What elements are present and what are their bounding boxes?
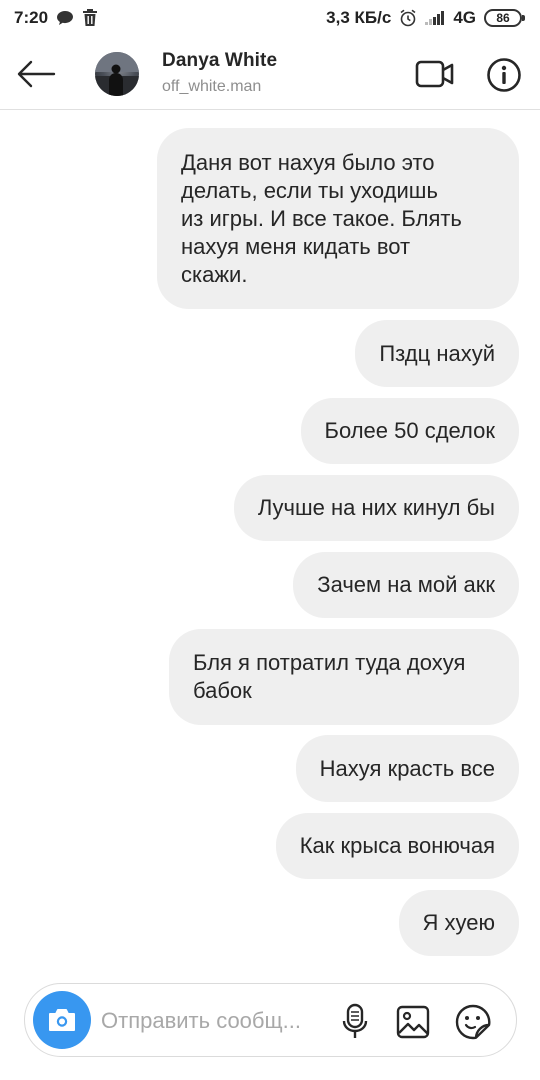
chat-header: Danya White off_white.man <box>0 36 540 110</box>
info-button[interactable] <box>484 56 524 94</box>
message-composer <box>24 983 517 1057</box>
message-bubble[interactable]: Пздц нахуй <box>355 320 519 387</box>
back-arrow-icon <box>17 60 56 88</box>
back-button[interactable] <box>14 54 58 94</box>
message-bubble[interactable]: Зачем на мой акк <box>293 552 519 618</box>
camera-icon <box>49 1009 75 1031</box>
message-input[interactable] <box>101 1002 337 1040</box>
message-thread: Даня вот нахуя было это делать, если ты … <box>0 110 540 970</box>
gallery-button[interactable] <box>393 1002 433 1042</box>
microphone-icon <box>342 1003 368 1038</box>
gallery-icon <box>396 1005 430 1039</box>
network-speed: 3,3 КБ/с <box>326 8 392 27</box>
status-bar: 7:20 3,3 КБ/с 4G 86 <box>0 0 540 36</box>
message-bubble[interactable]: Лучше на них кинул бы <box>233 475 519 541</box>
sticker-button[interactable] <box>453 1002 493 1042</box>
battery-indicator: 86 <box>484 9 525 27</box>
signal-icon <box>425 11 445 25</box>
message-bubble[interactable]: Как крыса вонючая <box>275 813 519 879</box>
message-notification-icon <box>56 10 74 26</box>
video-call-button[interactable] <box>414 56 456 92</box>
video-call-icon <box>415 60 454 88</box>
message-bubble[interactable]: Бля я потратил туда дохуя бабок <box>169 629 519 725</box>
info-icon <box>487 58 521 92</box>
message-bubble[interactable]: Даня вот нахуя было это делать, если ты … <box>157 128 519 309</box>
message-bubble[interactable]: Более 50 сделок <box>300 398 519 464</box>
alarm-icon <box>399 9 417 27</box>
trash-notification-icon <box>82 9 98 27</box>
camera-button[interactable] <box>33 991 91 1049</box>
voice-message-button[interactable] <box>335 1002 375 1042</box>
message-bubble[interactable]: Нахуя красть все <box>295 735 519 802</box>
avatar[interactable] <box>95 52 139 96</box>
status-time: 7:20 <box>14 8 49 27</box>
contact-name[interactable]: Danya White <box>162 50 277 72</box>
message-bubble[interactable]: Я хуею <box>398 890 519 956</box>
network-type: 4G <box>453 8 476 27</box>
sticker-icon <box>455 1004 491 1040</box>
contact-username: off_white.man <box>162 78 262 95</box>
